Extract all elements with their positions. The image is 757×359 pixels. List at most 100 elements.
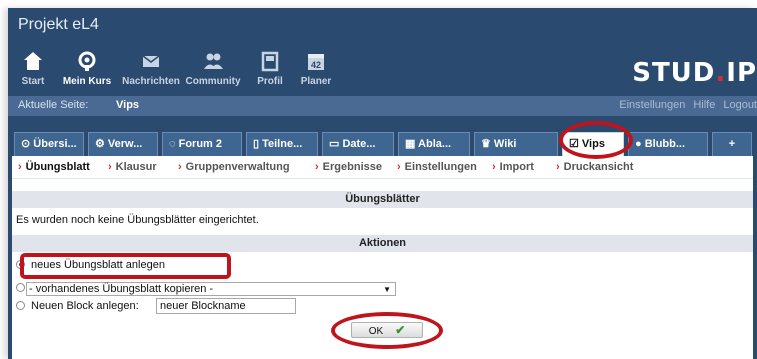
subnav-label: Einstellungen — [404, 161, 477, 173]
course-tabs: ⊙ Übersi... ⚙ Verw... ◌ Forum 2 ▯ Teilne… — [8, 132, 757, 158]
tab-forum[interactable]: ◌ Forum 2 — [162, 132, 242, 156]
title-bar: Projekt eL4 — [8, 8, 757, 44]
tab-label: Vips — [581, 138, 605, 150]
vips-icon: ☑ — [569, 138, 582, 150]
new-sheet-label: neues Übungsblatt anlegen — [31, 259, 165, 271]
new-block-option[interactable]: Neuen Block anlegen: — [12, 298, 162, 315]
wiki-icon: ♛ — [481, 138, 494, 150]
overview-icon: ⊙ — [21, 138, 34, 150]
admin-icon: ⚙ — [95, 138, 108, 150]
nav-nachrichten-label: Nachrichten — [122, 76, 180, 87]
ok-button[interactable]: OK ✔ — [351, 322, 423, 338]
nav-planer[interactable]: 42 Planer — [298, 50, 334, 87]
studip-logo[interactable]: STUD.IP — [632, 58, 757, 88]
subnav-gruppenverwaltung[interactable]: › Gruppenverwaltung — [178, 161, 290, 173]
tab-dateien[interactable]: ▭ Date... — [322, 132, 394, 156]
nav-profil[interactable]: Profil — [252, 50, 288, 87]
tab-label: Forum 2 — [178, 138, 222, 150]
nav-community[interactable]: Community — [184, 50, 242, 87]
tab-teilnehmende[interactable]: ▯ Teilne... — [246, 132, 318, 156]
breadcrumb-label: Aktuelle Seite: — [18, 99, 89, 111]
home-icon — [18, 50, 48, 74]
tab-verwaltung[interactable]: ⚙ Verw... — [88, 132, 158, 156]
new-sheet-radio[interactable] — [16, 260, 25, 269]
profile-icon — [252, 50, 288, 74]
logout-link[interactable]: Logout — [723, 99, 757, 111]
sheets-empty-message: Es wurden noch keine Übungsblätter einge… — [16, 214, 259, 226]
chevron-right-icon: › — [18, 161, 22, 173]
subnav-import[interactable]: › Import — [492, 161, 534, 173]
copy-sheet-selected: - vorhandenes Übungsblatt kopieren - — [29, 283, 214, 295]
tab-vips[interactable]: ☑ Vips — [562, 132, 624, 158]
nav-mein-kurs-label: Mein Kurs — [62, 76, 112, 87]
main-navigation: Start Mein Kurs Nachrichten Community Pr… — [8, 44, 757, 96]
tab-label: Übersi... — [33, 138, 77, 150]
chevron-right-icon: › — [492, 161, 496, 173]
chevron-down-icon: ▼ — [383, 285, 391, 294]
tab-add[interactable]: + — [712, 132, 752, 156]
logo-dot: . — [715, 58, 727, 88]
subnav-label: Druckansicht — [563, 161, 634, 173]
chevron-right-icon: › — [178, 161, 182, 173]
chevron-right-icon: › — [108, 161, 112, 173]
tab-blubber[interactable]: ● Blubb... — [628, 132, 708, 156]
nav-mein-kurs[interactable]: Mein Kurs — [56, 50, 118, 87]
chevron-right-icon: › — [315, 161, 319, 173]
subnav-druckansicht[interactable]: › Druckansicht — [556, 161, 633, 173]
forum-icon: ◌ — [169, 138, 179, 150]
new-block-label: Neuen Block anlegen: — [31, 300, 139, 312]
tab-uebersicht[interactable]: ⊙ Übersi... — [14, 132, 84, 156]
chevron-right-icon: › — [556, 161, 560, 173]
subnav-ergebnisse[interactable]: › Ergebnisse — [315, 161, 382, 173]
new-block-name-input[interactable]: neuer Blockname — [156, 298, 296, 314]
breadcrumb-current: Vips — [116, 99, 140, 111]
blubber-icon: ● — [635, 138, 645, 150]
copy-sheet-select[interactable]: - vorhandenes Übungsblatt kopieren - ▼ — [26, 282, 396, 296]
mail-icon — [122, 50, 180, 74]
subnav-klausur[interactable]: › Klausur — [108, 161, 157, 173]
tab-ablaufplan[interactable]: ▦ Abla... — [398, 132, 470, 156]
subnav-label: Ergebnisse — [322, 161, 382, 173]
copy-sheet-radio[interactable] — [16, 283, 25, 292]
actions-header: Aktionen — [12, 235, 753, 252]
settings-link[interactable]: Einstellungen — [619, 99, 685, 111]
logo-text-end: IP — [726, 58, 757, 88]
svg-text:42: 42 — [311, 60, 321, 70]
subnav-label: Klausur — [115, 161, 157, 173]
nav-nachrichten[interactable]: Nachrichten — [122, 50, 180, 87]
subnav-label: Import — [499, 161, 534, 173]
tab-label: Teilne... — [262, 138, 303, 150]
chevron-right-icon: › — [397, 161, 401, 173]
course-icon — [56, 50, 118, 74]
nav-start-label: Start — [21, 76, 45, 87]
subnav-label: Gruppenverwaltung — [185, 161, 290, 173]
tab-label: Wiki — [493, 138, 517, 150]
files-icon: ▭ — [329, 138, 343, 150]
tab-label: Abla... — [418, 138, 452, 150]
tab-label: Date... — [342, 138, 376, 150]
community-icon — [184, 50, 242, 74]
nav-profil-label: Profil — [257, 76, 283, 87]
subnav-einstellungen[interactable]: › Einstellungen — [397, 161, 477, 173]
new-block-radio[interactable] — [16, 301, 25, 310]
breadcrumb: Aktuelle Seite: Vips Einstellungen Hilfe L… — [8, 96, 757, 116]
subnav-uebungsblatt[interactable]: › Übungsblatt — [18, 161, 90, 173]
help-link[interactable]: Hilfe — [693, 99, 715, 111]
tab-label: Blubb... — [644, 138, 686, 150]
nav-start[interactable]: Start — [18, 50, 48, 87]
calendar-icon: 42 — [298, 50, 334, 74]
participants-icon: ▯ — [253, 138, 263, 150]
nav-planer-label: Planer — [300, 76, 332, 87]
vips-subnavigation: › Übungsblatt › Klausur › Gruppenverwaltung… — [12, 156, 753, 179]
app-title: Projekt eL4 — [18, 16, 99, 33]
new-sheet-option[interactable]: neues Übungsblatt anlegen — [12, 257, 753, 274]
tab-label: Verw... — [107, 138, 143, 150]
tab-wiki[interactable]: ♛ Wiki — [474, 132, 558, 156]
ok-button-label: OK — [368, 326, 384, 337]
sheets-header: Übungsblätter — [12, 191, 753, 208]
header-links: Einstellungen Hilfe Logout — [611, 99, 757, 111]
nav-community-label: Community — [185, 76, 241, 87]
logo-text: STUD — [632, 58, 716, 88]
subnav-label: Übungsblatt — [25, 161, 90, 173]
tab-add-label: + — [728, 138, 736, 150]
